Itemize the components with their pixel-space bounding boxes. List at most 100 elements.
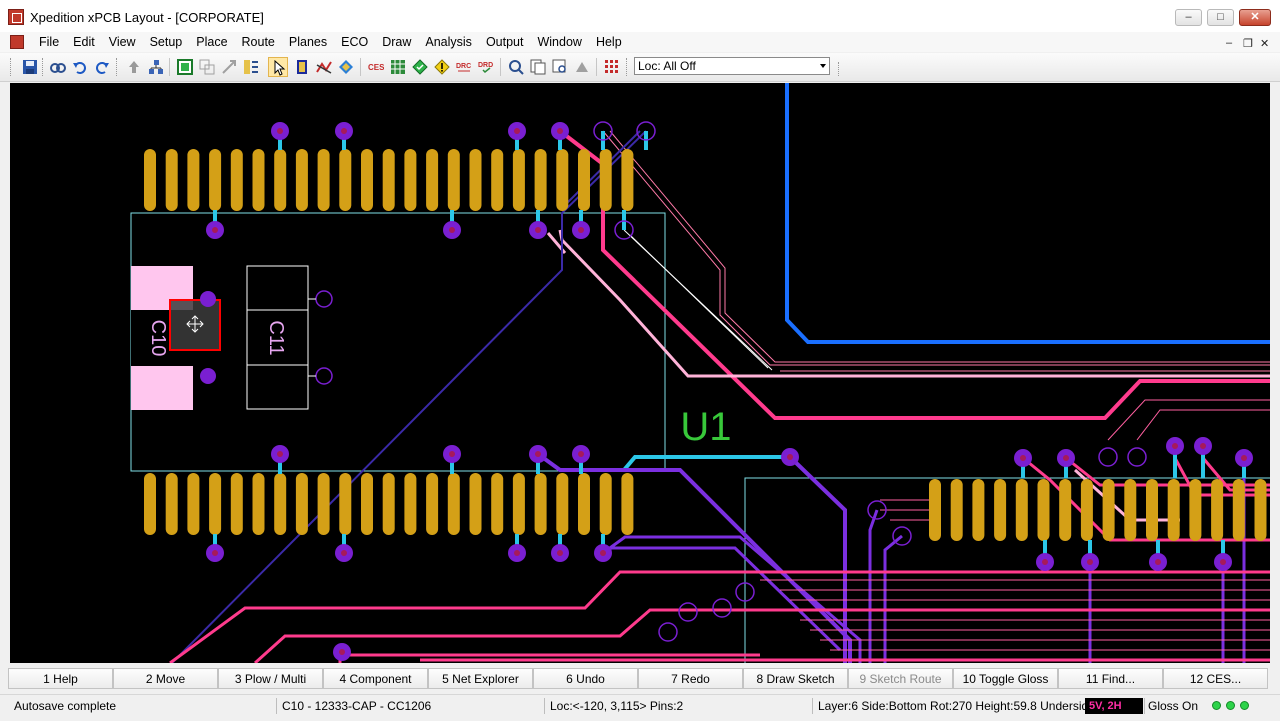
close-button[interactable]: ✕ — [1239, 9, 1271, 26]
u1-bottom-pad — [621, 473, 634, 535]
u1-top-pad — [447, 149, 460, 211]
loc-select[interactable]: Loc: All Off — [634, 57, 830, 75]
via-open — [678, 602, 698, 622]
zoom-icon[interactable] — [528, 57, 548, 77]
u1-top-pad — [317, 149, 330, 211]
pads-icon[interactable] — [292, 57, 312, 77]
pan-icon[interactable] — [572, 57, 592, 77]
ces-icon[interactable]: CES — [366, 57, 386, 77]
u1-bottom-pad — [317, 473, 330, 535]
pcb-canvas[interactable]: C10 C11 U1 — [10, 83, 1270, 663]
function-key-12[interactable]: 12 CES... — [1163, 668, 1268, 689]
drc-icon[interactable]: DRC — [454, 57, 474, 77]
toolbar-separator-4 — [596, 58, 597, 76]
mdi-restore-button[interactable]: ❐ — [1243, 37, 1253, 50]
menu-item-place[interactable]: Place — [189, 34, 234, 50]
status-message: Autosave complete — [14, 699, 117, 713]
tree-icon[interactable] — [146, 57, 166, 77]
menu-item-window[interactable]: Window — [530, 34, 588, 50]
toolbar-grip-2[interactable] — [42, 58, 46, 76]
via-inner-top-hole — [212, 227, 218, 233]
tune-icon[interactable] — [336, 57, 356, 77]
menu-item-output[interactable]: Output — [479, 34, 531, 50]
function-key-10[interactable]: 10 Toggle Gloss — [953, 668, 1058, 689]
display-grid-icon[interactable] — [602, 57, 622, 77]
function-key-6[interactable]: 6 Undo — [533, 668, 638, 689]
minimize-button[interactable]: – — [1175, 9, 1202, 26]
via-top-hole — [341, 128, 347, 134]
function-key-7[interactable]: 7 Redo — [638, 668, 743, 689]
menu-item-view[interactable]: View — [102, 34, 143, 50]
via-right-top-hole — [1241, 455, 1247, 461]
app-icon[interactable] — [8, 9, 24, 25]
status-indicator-icon — [1212, 701, 1221, 710]
function-key-2[interactable]: 2 Move — [113, 668, 218, 689]
zoom-window-icon[interactable] — [550, 57, 570, 77]
function-key-11[interactable]: 11 Find... — [1058, 668, 1163, 689]
mdi-close-button[interactable]: ✕ — [1260, 37, 1269, 50]
mdi-minimize-button[interactable]: – — [1226, 37, 1232, 49]
menu-item-route[interactable]: Route — [235, 34, 282, 50]
right-ic-pad — [1167, 479, 1180, 541]
function-key-3[interactable]: 3 Plow / Multi — [218, 668, 323, 689]
u1-bottom-pad — [187, 473, 200, 535]
pcb-drawing[interactable]: C10 C11 U1 — [10, 83, 1270, 663]
drd-icon[interactable]: DRD — [476, 57, 496, 77]
right-ic-pad — [929, 479, 941, 541]
trace-thin-1 — [602, 130, 1270, 366]
warning-diamond-icon[interactable] — [432, 57, 452, 77]
menu-items: File Edit View Setup Place Route Planes ECO Draw… — [32, 34, 629, 50]
u1-bottom-pad — [144, 473, 156, 535]
find-icon[interactable] — [48, 57, 68, 77]
function-key-5[interactable]: 5 Net Explorer — [428, 668, 533, 689]
function-key-9[interactable]: 9 Sketch Route — [848, 668, 953, 689]
u1-top-pad — [404, 149, 417, 211]
drc-diamond-icon[interactable] — [410, 57, 430, 77]
menu-item-setup[interactable]: Setup — [143, 34, 190, 50]
menu-item-file[interactable]: File — [32, 34, 66, 50]
maximize-button[interactable]: □ — [1207, 9, 1234, 26]
grid-icon[interactable] — [388, 57, 408, 77]
ces-label: CES — [368, 63, 384, 72]
u1-top-pad — [556, 149, 569, 211]
menu-item-eco[interactable]: ECO — [334, 34, 375, 50]
menu-item-planes[interactable]: Planes — [282, 34, 334, 50]
filter-icon[interactable] — [241, 57, 261, 77]
via-right-top-hole — [1172, 443, 1178, 449]
right-ic-pad — [1080, 479, 1093, 541]
route-icon[interactable] — [314, 57, 334, 77]
function-key-4[interactable]: 4 Component — [323, 668, 428, 689]
menu-item-edit[interactable]: Edit — [66, 34, 102, 50]
push-icon[interactable] — [124, 57, 144, 77]
board-icon[interactable] — [175, 57, 195, 77]
move-icon[interactable] — [219, 57, 239, 77]
function-key-8[interactable]: 8 Draw Sketch — [743, 668, 848, 689]
u1-top-pad — [209, 149, 222, 211]
zoom-fit-icon[interactable] — [506, 57, 526, 77]
document-icon[interactable] — [10, 35, 24, 49]
undo-icon[interactable] — [70, 57, 90, 77]
save-icon[interactable] — [20, 57, 40, 77]
copy-icon[interactable] — [197, 57, 217, 77]
menu-item-draw[interactable]: Draw — [375, 34, 418, 50]
u1-bottom-pad — [209, 473, 222, 535]
gloss-status[interactable]: Gloss On — [1148, 699, 1198, 713]
right-ic-pad — [1254, 479, 1267, 541]
via-open — [658, 622, 678, 642]
select-icon[interactable] — [268, 57, 288, 77]
status-layer-info: Layer:6 Side:Bottom Rot:270 Height:59.8 … — [818, 699, 1095, 713]
via-bottom-hole — [341, 550, 347, 556]
right-ic-pad — [1189, 479, 1202, 541]
toolbar-grip-4[interactable] — [626, 58, 630, 76]
toolbar-overflow[interactable] — [838, 62, 842, 76]
toolbar-grip[interactable] — [10, 58, 14, 76]
menu-item-analysis[interactable]: Analysis — [418, 34, 479, 50]
toolbar-separator-3 — [500, 58, 501, 76]
u1-top-pad — [252, 149, 265, 211]
redo-icon[interactable] — [92, 57, 112, 77]
u1-bottom-pad — [339, 473, 352, 535]
function-key-1[interactable]: 1 Help — [8, 668, 113, 689]
u1-top-pad — [361, 149, 373, 211]
menu-item-help[interactable]: Help — [589, 34, 629, 50]
toolbar-grip-3[interactable] — [116, 58, 120, 76]
